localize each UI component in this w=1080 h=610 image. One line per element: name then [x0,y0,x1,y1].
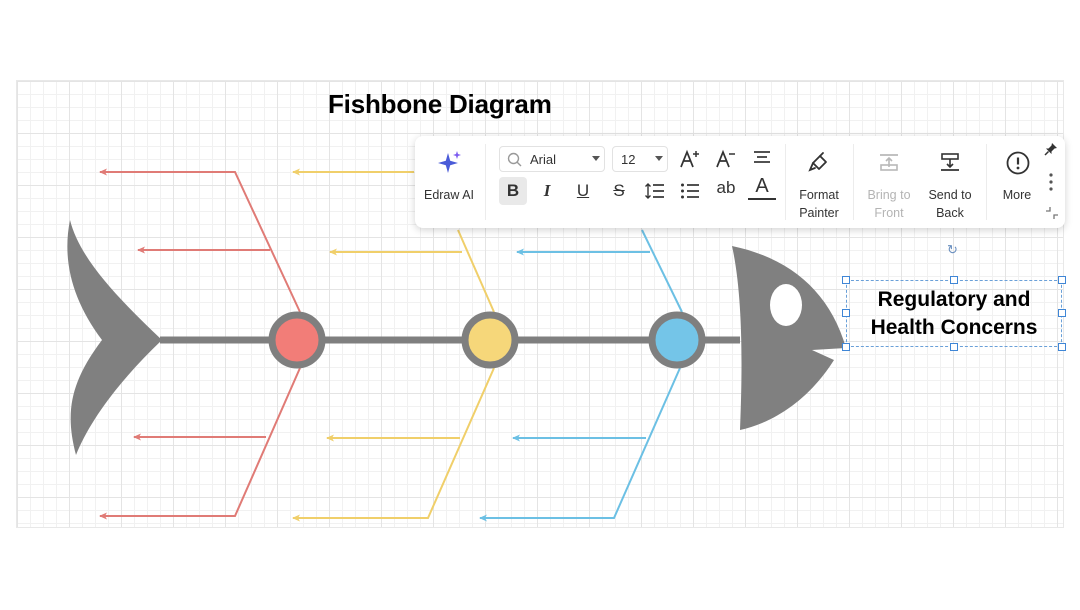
app-root: Fishbone Diagram Regulatory and Health C… [0,0,1080,610]
bring-to-front-label: Bring to Front [867,188,911,220]
toolbar-divider [485,144,486,220]
send-to-back-label: Send to Back [928,188,972,220]
fish-tail[interactable] [67,220,162,455]
font-size-value: 12 [621,152,636,167]
resize-handle-tm[interactable] [950,276,958,284]
bring-to-front-icon [880,154,898,171]
font-color-button[interactable]: A [748,174,776,200]
decrease-font-icon [716,149,735,168]
resize-handle-bl[interactable] [842,343,850,351]
branch-blue[interactable] [479,229,683,522]
toolbar-divider [785,144,786,220]
toolbar-divider [986,144,987,220]
italic-button[interactable]: I [533,177,561,205]
diagram-title[interactable]: Fishbone Diagram [328,89,552,120]
head-label[interactable]: Regulatory and Health Concerns [846,280,1062,346]
font-size-select[interactable]: 12 [612,146,668,172]
resize-handle-ml[interactable] [842,309,850,317]
decrease-font-button[interactable] [712,145,740,173]
bring-to-front-button[interactable]: Bring to Front [859,146,919,222]
node-blue[interactable] [648,311,706,369]
increase-font-button[interactable] [676,145,704,173]
vertical-dots-icon[interactable] [1047,172,1055,192]
fish-eye [770,284,802,326]
send-to-back-button[interactable]: Send to Back [920,146,980,222]
font-family-value: Arial [530,152,557,167]
more-label: More [1002,188,1032,202]
increase-font-icon [680,149,699,168]
pin-icon[interactable] [1044,142,1058,156]
send-to-back-icon [941,153,959,171]
strikethrough-button[interactable]: S [605,177,633,205]
text-align-button[interactable] [748,143,776,171]
node-yellow[interactable] [461,311,519,369]
resize-handle-br[interactable] [1058,343,1066,351]
bullet-list-icon [681,183,699,199]
bullet-list-button[interactable] [676,177,704,205]
chevron-down-icon [655,156,663,161]
underline-button[interactable]: U [569,177,597,205]
bold-button[interactable]: B [499,177,527,205]
edraw-ai-button[interactable]: Edraw AI [421,146,477,216]
node-red[interactable] [268,311,326,369]
collapse-icon[interactable] [1045,206,1059,220]
more-icon [1006,151,1030,175]
line-spacing-button[interactable] [641,177,669,205]
more-button[interactable]: More [993,146,1041,216]
text-case-button[interactable]: ab [712,174,740,202]
sparkle-icon [438,151,461,173]
chevron-down-icon [592,156,600,161]
rotate-icon[interactable]: ↻ [947,243,958,257]
search-icon [507,152,522,167]
format-painter-button[interactable]: Format Painter [789,146,849,222]
floating-toolbar: Edraw AI Arial 12 B I U S ab A Format Pa… [415,136,1065,228]
resize-handle-tl[interactable] [842,276,850,284]
format-painter-icon [808,152,827,172]
toolbar-divider [853,144,854,220]
line-spacing-icon [645,183,664,199]
fish-head[interactable] [732,246,846,430]
resize-handle-bm[interactable] [950,343,958,351]
format-painter-label: Format Painter [799,188,839,220]
align-icon [754,151,770,163]
font-family-select[interactable]: Arial [499,146,605,172]
resize-handle-tr[interactable] [1058,276,1066,284]
resize-handle-mr[interactable] [1058,309,1066,317]
edraw-ai-label: Edraw AI [423,188,475,202]
